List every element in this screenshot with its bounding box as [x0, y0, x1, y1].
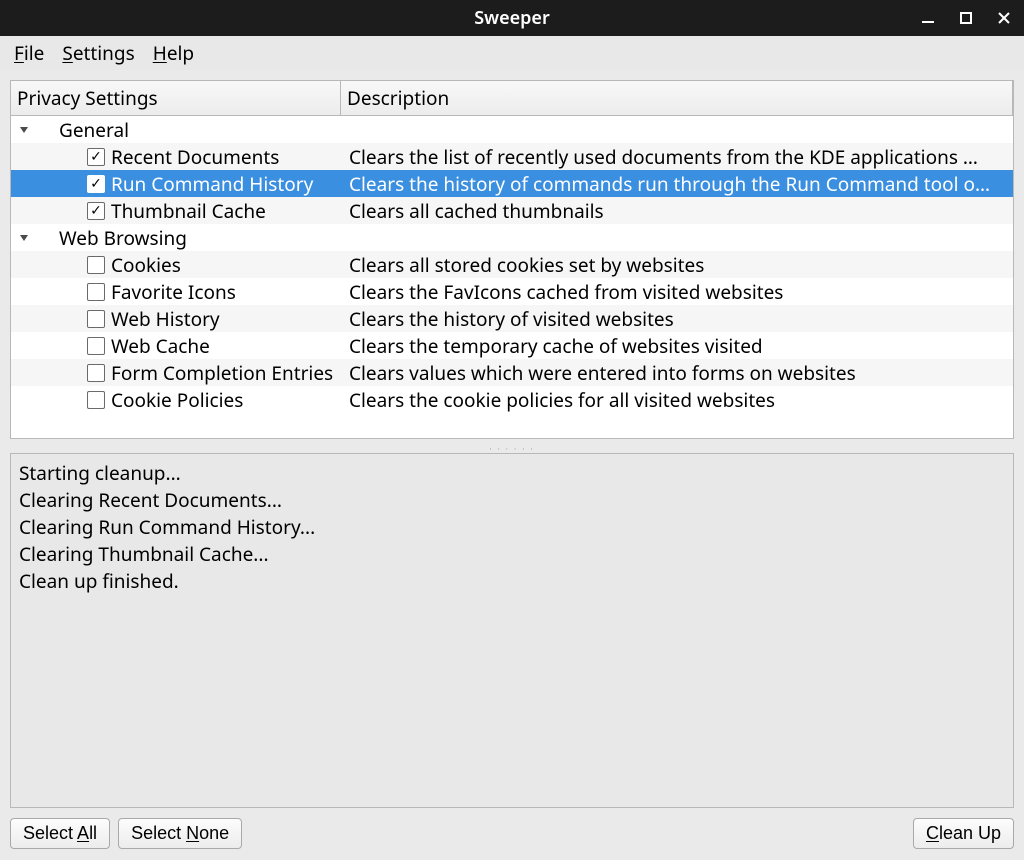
- checkbox[interactable]: [87, 283, 105, 301]
- log-line: Clearing Recent Documents...: [19, 487, 1005, 514]
- item-label: Run Command History: [111, 171, 313, 197]
- select-none-button[interactable]: Select None: [118, 818, 242, 849]
- item-description: Clears the history of visited websites: [341, 306, 1013, 332]
- checkmark-icon: ✓: [90, 204, 102, 218]
- menu-help-rest: elp: [167, 40, 194, 66]
- item-description: Clears all cached thumbnails: [341, 198, 1013, 224]
- menu-file-rest: ile: [24, 40, 45, 66]
- select-none-label: Select None: [131, 823, 229, 843]
- tree-body[interactable]: General ✓ Recent Documents Clears the list …: [11, 116, 1013, 438]
- checkbox[interactable]: [87, 364, 105, 382]
- select-all-button[interactable]: Select All: [10, 818, 110, 849]
- menu-settings[interactable]: Settings: [62, 40, 134, 66]
- log-line: Starting cleanup...: [19, 460, 1005, 487]
- clean-up-button[interactable]: Clean Up: [913, 818, 1014, 849]
- item-description: Clears the temporary cache of websites v…: [341, 333, 1013, 359]
- maximize-icon[interactable]: [954, 6, 978, 30]
- tree-row[interactable]: General: [11, 116, 1013, 143]
- footer-buttons: Select All Select None Clean Up: [0, 814, 1024, 859]
- window-title: Sweeper: [474, 6, 550, 30]
- tree-row[interactable]: Web History Clears the history of visited…: [11, 305, 1013, 332]
- item-description: Clears all stored cookies set by website…: [341, 252, 1013, 278]
- checkbox[interactable]: [87, 256, 105, 274]
- item-description: Clears values which were entered into fo…: [341, 360, 1013, 386]
- tree-row[interactable]: Cookie Policies Clears the cookie policie…: [11, 386, 1013, 413]
- item-label: Recent Documents: [111, 144, 279, 170]
- group-label: General: [59, 117, 129, 143]
- item-label: Web History: [111, 306, 220, 332]
- tree-row[interactable]: ✓ Recent Documents Clears the list of rece…: [11, 143, 1013, 170]
- header-privacy-settings[interactable]: Privacy Settings: [11, 81, 341, 115]
- tree-row[interactable]: Form Completion Entries Clears values whi…: [11, 359, 1013, 386]
- tree-view: Privacy Settings Description General ✓ Rec…: [10, 80, 1014, 439]
- menu-settings-rest: ettings: [73, 40, 135, 66]
- close-icon[interactable]: [992, 6, 1016, 30]
- menubar: File Settings Help: [0, 36, 1024, 70]
- log-line: Clearing Thumbnail Cache...: [19, 541, 1005, 568]
- checkbox[interactable]: ✓: [87, 202, 105, 220]
- checkmark-icon: ✓: [90, 177, 102, 191]
- item-label: Form Completion Entries: [111, 360, 333, 386]
- item-description: Clears the FavIcons cached from visited …: [341, 279, 1013, 305]
- minimize-icon[interactable]: [916, 6, 940, 30]
- titlebar: Sweeper: [0, 0, 1024, 36]
- chevron-down-icon[interactable]: [11, 233, 37, 243]
- checkbox[interactable]: ✓: [87, 175, 105, 193]
- item-label: Cookies: [111, 252, 181, 278]
- item-description: Clears the history of commands run throu…: [341, 171, 1013, 197]
- chevron-down-icon[interactable]: [11, 125, 37, 135]
- checkbox[interactable]: ✓: [87, 148, 105, 166]
- checkbox[interactable]: [87, 391, 105, 409]
- tree-row[interactable]: Favorite Icons Clears the FavIcons cached…: [11, 278, 1013, 305]
- select-all-label: Select All: [23, 823, 97, 843]
- checkbox[interactable]: [87, 337, 105, 355]
- checkbox[interactable]: [87, 310, 105, 328]
- tree-row[interactable]: Cookies Clears all stored cookies set by …: [11, 251, 1013, 278]
- log-line: Clearing Run Command History...: [19, 514, 1005, 541]
- item-description: Clears the cookie policies for all visit…: [341, 387, 1013, 413]
- menu-file[interactable]: File: [14, 40, 44, 66]
- checkmark-icon: ✓: [90, 150, 102, 164]
- tree-row[interactable]: ✓ Run Command History Clears the history o…: [11, 170, 1013, 197]
- log-line: Clean up finished.: [19, 568, 1005, 595]
- window-controls: [916, 6, 1016, 30]
- clean-up-label: Clean Up: [926, 823, 1001, 843]
- log-output: Starting cleanup...Clearing Recent Docum…: [10, 453, 1014, 808]
- item-label: Cookie Policies: [111, 387, 243, 413]
- tree-row[interactable]: Web Browsing: [11, 224, 1013, 251]
- splitter-handle[interactable]: · · · · · ·: [10, 445, 1014, 453]
- item-description: Clears the list of recently used documen…: [341, 144, 1013, 170]
- menu-help[interactable]: Help: [153, 40, 194, 66]
- tree-row[interactable]: ✓ Thumbnail Cache Clears all cached thumbn…: [11, 197, 1013, 224]
- group-label: Web Browsing: [59, 225, 187, 251]
- header-description[interactable]: Description: [341, 81, 1013, 115]
- item-label: Favorite Icons: [111, 279, 236, 305]
- tree-row[interactable]: Web Cache Clears the temporary cache of w…: [11, 332, 1013, 359]
- item-label: Thumbnail Cache: [111, 198, 266, 224]
- item-label: Web Cache: [111, 333, 210, 359]
- column-headers: Privacy Settings Description: [11, 81, 1013, 116]
